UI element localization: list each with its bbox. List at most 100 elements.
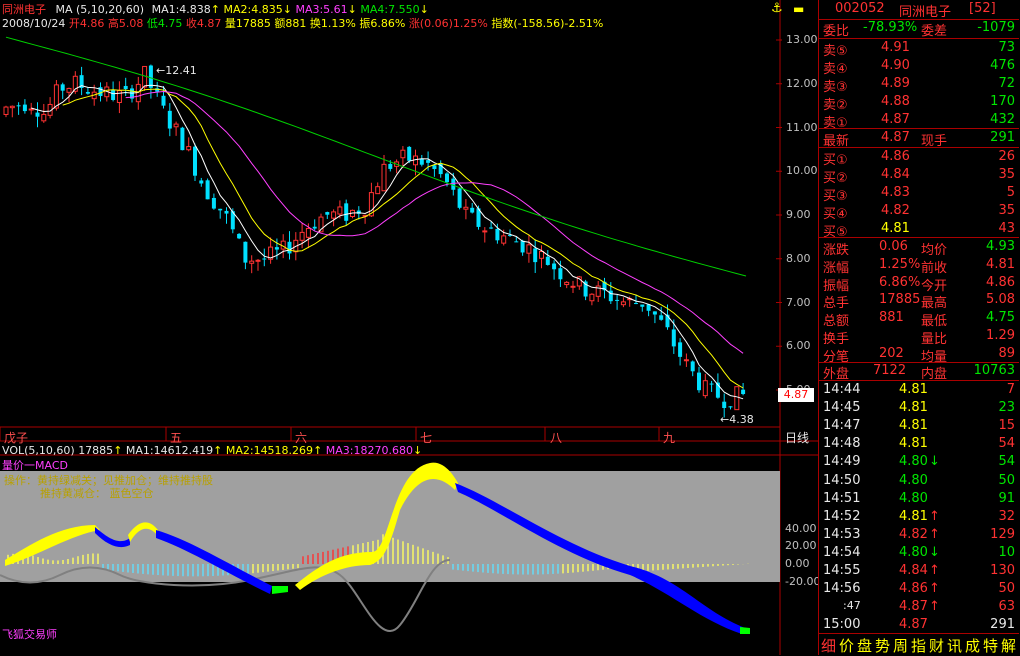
quote-price: 4.86: [881, 149, 910, 164]
tick-row[interactable]: 14:45 4.81 23: [819, 399, 1019, 418]
ma60-line: [5, 36, 747, 277]
candle-body: [501, 235, 507, 244]
candle-body: [620, 301, 626, 306]
month-label: 八: [550, 431, 563, 445]
macd-legend-2: 推持黄减仓： 蓝色空仓: [40, 487, 154, 500]
candle-body: [495, 228, 500, 241]
tick-row[interactable]: 14:56 4.86 ↑ 50: [819, 580, 1019, 599]
candle-body: [709, 383, 714, 385]
period-label[interactable]: 日线: [785, 429, 809, 446]
candle-body: [243, 241, 248, 263]
low-label: ←4.38: [720, 413, 754, 426]
macd-tick: 40.00: [785, 521, 817, 535]
candle-body: [161, 95, 166, 106]
stat-row: 总手 17885 最高 5.08: [819, 291, 1019, 311]
bottom-tab[interactable]: 周: [893, 635, 908, 656]
candle-body: [728, 406, 733, 408]
tick-price: 4.80: [899, 454, 928, 470]
candle-body: [22, 104, 27, 112]
candle-body: [457, 188, 462, 208]
bottom-tab[interactable]: 指: [911, 635, 926, 656]
quote-row[interactable]: 买③ 4.83 5: [819, 184, 1019, 204]
tick-row[interactable]: 14:54 4.80 ↓ 10: [819, 544, 1019, 563]
tick-time: 14:44: [823, 382, 861, 397]
candle-body: [690, 361, 695, 372]
tick-row[interactable]: 14:55 4.84 ↑ 130: [819, 562, 1019, 581]
tick-volume: 7: [1006, 382, 1015, 397]
stat-value: 6.86%: [879, 274, 921, 290]
candle-body: [722, 401, 727, 408]
tick-row[interactable]: 14:49 4.80 ↓ 54: [819, 453, 1019, 472]
candle-body: [66, 87, 72, 93]
vol-label: VOL(5,10,60): [2, 444, 75, 457]
waipan-row: 外盘 7122 内盘 10763: [819, 362, 1019, 382]
stat-row: 换手 量比 1.29: [819, 327, 1019, 347]
quote-row[interactable]: 卖② 4.88 170: [819, 93, 1019, 113]
bottom-tab[interactable]: 细: [821, 635, 836, 656]
stat-row: 涨跌 0.06 均价 4.93: [819, 238, 1019, 258]
quote-price: 4.81: [881, 221, 910, 236]
quote-volume: 476: [990, 58, 1015, 73]
candle-body: [697, 372, 701, 391]
tick-row[interactable]: :47 4.87 ↑ 63: [819, 598, 1019, 617]
tick-price: 4.81: [899, 382, 928, 397]
bottom-tab[interactable]: 盘: [857, 635, 872, 656]
high-value: 12.41: [165, 64, 197, 77]
quote-price: 4.91: [881, 40, 910, 55]
bottom-tab[interactable]: 解: [1001, 635, 1016, 656]
arrow-up-icon: ↑: [929, 508, 940, 524]
candle-body: [445, 173, 449, 183]
arrow-up-icon: ↑: [929, 526, 940, 542]
bottom-tab[interactable]: 讯: [947, 635, 962, 656]
tick-row[interactable]: 14:51 4.80 91: [819, 490, 1019, 509]
bottom-tab[interactable]: 成: [965, 635, 980, 656]
ma20-line: [125, 90, 744, 354]
quote-row[interactable]: 卖③ 4.89 72: [819, 75, 1019, 95]
tick-row[interactable]: 14:48 4.81 54: [819, 435, 1019, 454]
quote-row[interactable]: 卖④ 4.90 476: [819, 57, 1019, 77]
price-tick: 6.00: [786, 339, 811, 353]
quote-row[interactable]: 买① 4.86 26: [819, 148, 1019, 168]
tick-volume: 32: [998, 508, 1015, 524]
bottom-tab[interactable]: 特: [983, 635, 998, 656]
anchor-icon[interactable]: ⚓: [771, 1, 783, 16]
neipan-value: 10763: [973, 363, 1015, 378]
quote-row[interactable]: 买② 4.84 35: [819, 166, 1019, 186]
bottom-tab[interactable]: 价: [839, 635, 854, 656]
arrow-down-icon: ↓: [929, 454, 940, 470]
quote-row[interactable]: 卖① 4.87 432: [819, 111, 1019, 131]
tick-price: 4.80: [899, 544, 928, 560]
tick-volume: 54: [998, 454, 1015, 470]
tick-volume: 129: [990, 526, 1015, 542]
candle-body: [167, 110, 172, 129]
price-tick: 10.00: [786, 164, 818, 178]
tick-row[interactable]: 14:53 4.82 ↑ 129: [819, 526, 1019, 545]
quote-row[interactable]: 买④ 4.82 35: [819, 202, 1019, 222]
quote-row[interactable]: 卖⑤ 4.91 73: [819, 39, 1019, 59]
candle-body: [41, 113, 47, 122]
price-tick: 9.00: [786, 208, 811, 221]
candle-body: [312, 226, 317, 229]
kline-chart[interactable]: [0, 0, 818, 655]
tick-price: 4.81: [899, 436, 928, 452]
tick-time: 14:47: [823, 418, 861, 434]
candle-body: [400, 149, 406, 159]
tick-row[interactable]: 14:50 4.80 50: [819, 472, 1019, 491]
bottom-tab[interactable]: 财: [929, 635, 944, 656]
bottom-tab[interactable]: 势: [875, 635, 890, 656]
minus-icon[interactable]: ▬: [793, 2, 804, 16]
candle-body: [199, 180, 204, 184]
tick-volume: 23: [998, 400, 1015, 416]
tick-row[interactable]: 14:47 4.81 15: [819, 417, 1019, 436]
tick-volume: 63: [998, 599, 1015, 615]
candle-body: [211, 197, 216, 209]
tick-time: 14:50: [823, 472, 861, 488]
candle-body: [262, 258, 267, 260]
tick-row[interactable]: 14:44 4.81 7: [819, 381, 1019, 400]
candle-body: [381, 163, 387, 192]
info-date: 2008/10/24: [2, 17, 66, 30]
tick-row[interactable]: 14:52 4.81 ↑ 32: [819, 508, 1019, 527]
candle-body: [451, 178, 456, 190]
quote-price: 4.82: [881, 203, 910, 218]
quote-row[interactable]: 买⑤ 4.81 43: [819, 220, 1019, 240]
